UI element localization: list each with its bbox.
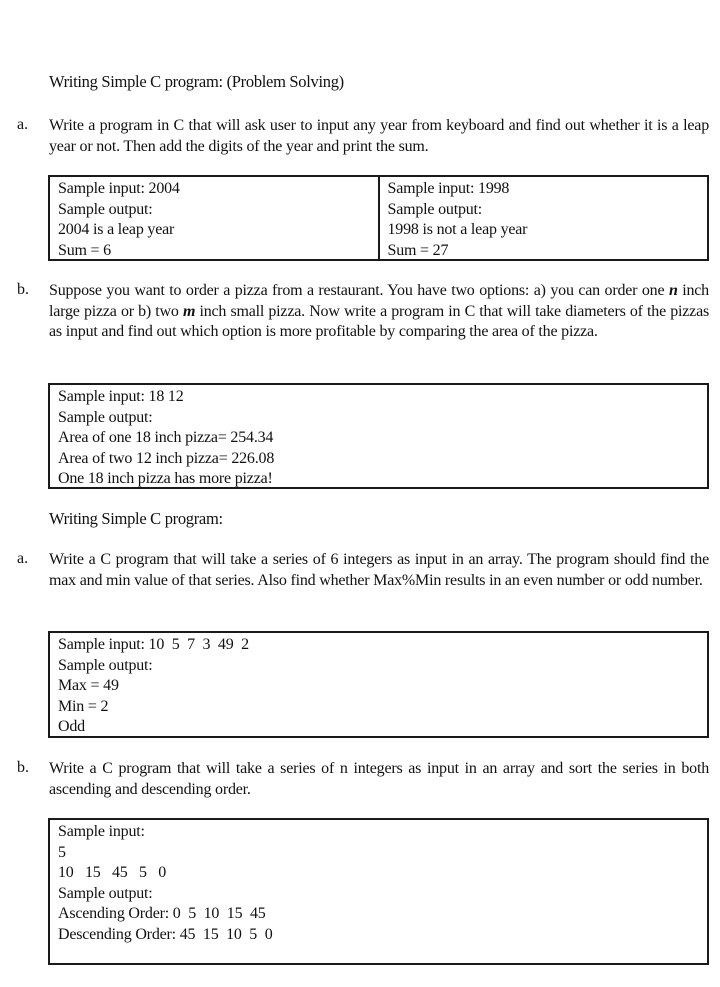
- text-segment: Suppose you want to order a pizza from a…: [49, 282, 669, 299]
- problem-2b: b. Write a C program that will take a se…: [17, 759, 709, 801]
- sample-line: Sum = 6: [58, 241, 111, 259]
- variable-n: n: [668, 282, 678, 299]
- sample-line: 1998 is not a leap year: [387, 221, 528, 238]
- sample-line: Sum = 27: [387, 241, 449, 259]
- sample-line: Sample input: 10 5 7 3 49 2: [58, 636, 249, 653]
- sample-line: Descending Order: 45 15 10 5 0: [58, 925, 273, 943]
- sample-io-table-leap-year: Sample input: 2004 Sample output: 2004 i…: [48, 175, 709, 261]
- sample-line: One 18 inch pizza has more pizza!: [58, 470, 273, 487]
- sample-line: 5: [58, 843, 66, 861]
- sample-line: 2004 is a leap year: [58, 221, 175, 238]
- sample-line: Sample output:: [387, 200, 483, 218]
- sample-line: Sample output:: [58, 200, 153, 218]
- sample-line: Odd: [58, 718, 85, 735]
- sample-io-box-max-min: Sample input: 10 5 7 3 49 2 Sample outpu…: [48, 631, 709, 738]
- problem-text: Write a C program that will take a serie…: [49, 551, 709, 589]
- sample-column-2004: Sample input: 2004 Sample output: 2004 i…: [50, 177, 378, 259]
- item-label: b.: [17, 759, 29, 776]
- problem-text: Write a C program that will take a serie…: [49, 760, 709, 798]
- sample-line: Area of one 18 inch pizza= 254.34: [58, 429, 274, 446]
- sample-io-box-sort: Sample input: 5 10 15 45 5 0 Sample outp…: [48, 818, 709, 965]
- sample-line: Sample input: 1998: [387, 180, 510, 197]
- problem-1b: b. Suppose you want to order a pizza fro…: [17, 281, 709, 365]
- item-label: a.: [17, 550, 29, 567]
- problem-1a: a. Write a program in C that will ask us…: [17, 116, 709, 158]
- sample-line: Ascending Order: 0 5 10 15 45: [58, 905, 266, 922]
- sample-line: Min = 2: [58, 697, 109, 715]
- problem-2a: a. Write a C program that will take a se…: [17, 550, 709, 614]
- sample-line: Sample output:: [58, 408, 153, 426]
- sample-line: Sample input: 18 12: [58, 388, 184, 405]
- variable-m: m: [182, 302, 196, 320]
- section-heading-problem-solving: Writing Simple C program: (Problem Solvi…: [49, 72, 344, 91]
- sample-line: Max = 49: [58, 677, 119, 694]
- section-heading-simple-c: Writing Simple C program:: [49, 509, 223, 528]
- sample-line: Sample output:: [58, 656, 153, 674]
- problem-text: Suppose you want to order a pizza from a…: [49, 281, 709, 343]
- problem-text: Write a program in C that will ask user …: [49, 117, 709, 155]
- sample-io-box-pizza: Sample input: 18 12 Sample output: Area …: [48, 383, 709, 489]
- item-label: b.: [17, 281, 29, 298]
- sample-line: Sample output:: [58, 884, 153, 902]
- sample-line: Sample input: 2004: [58, 180, 180, 197]
- item-label: a.: [17, 116, 29, 133]
- sample-line: Sample input:: [58, 823, 145, 840]
- sample-line: Area of two 12 inch pizza= 226.08: [58, 449, 275, 467]
- sample-column-1998: Sample input: 1998 Sample output: 1998 i…: [377, 177, 708, 259]
- sample-line: 10 15 45 5 0: [58, 864, 167, 881]
